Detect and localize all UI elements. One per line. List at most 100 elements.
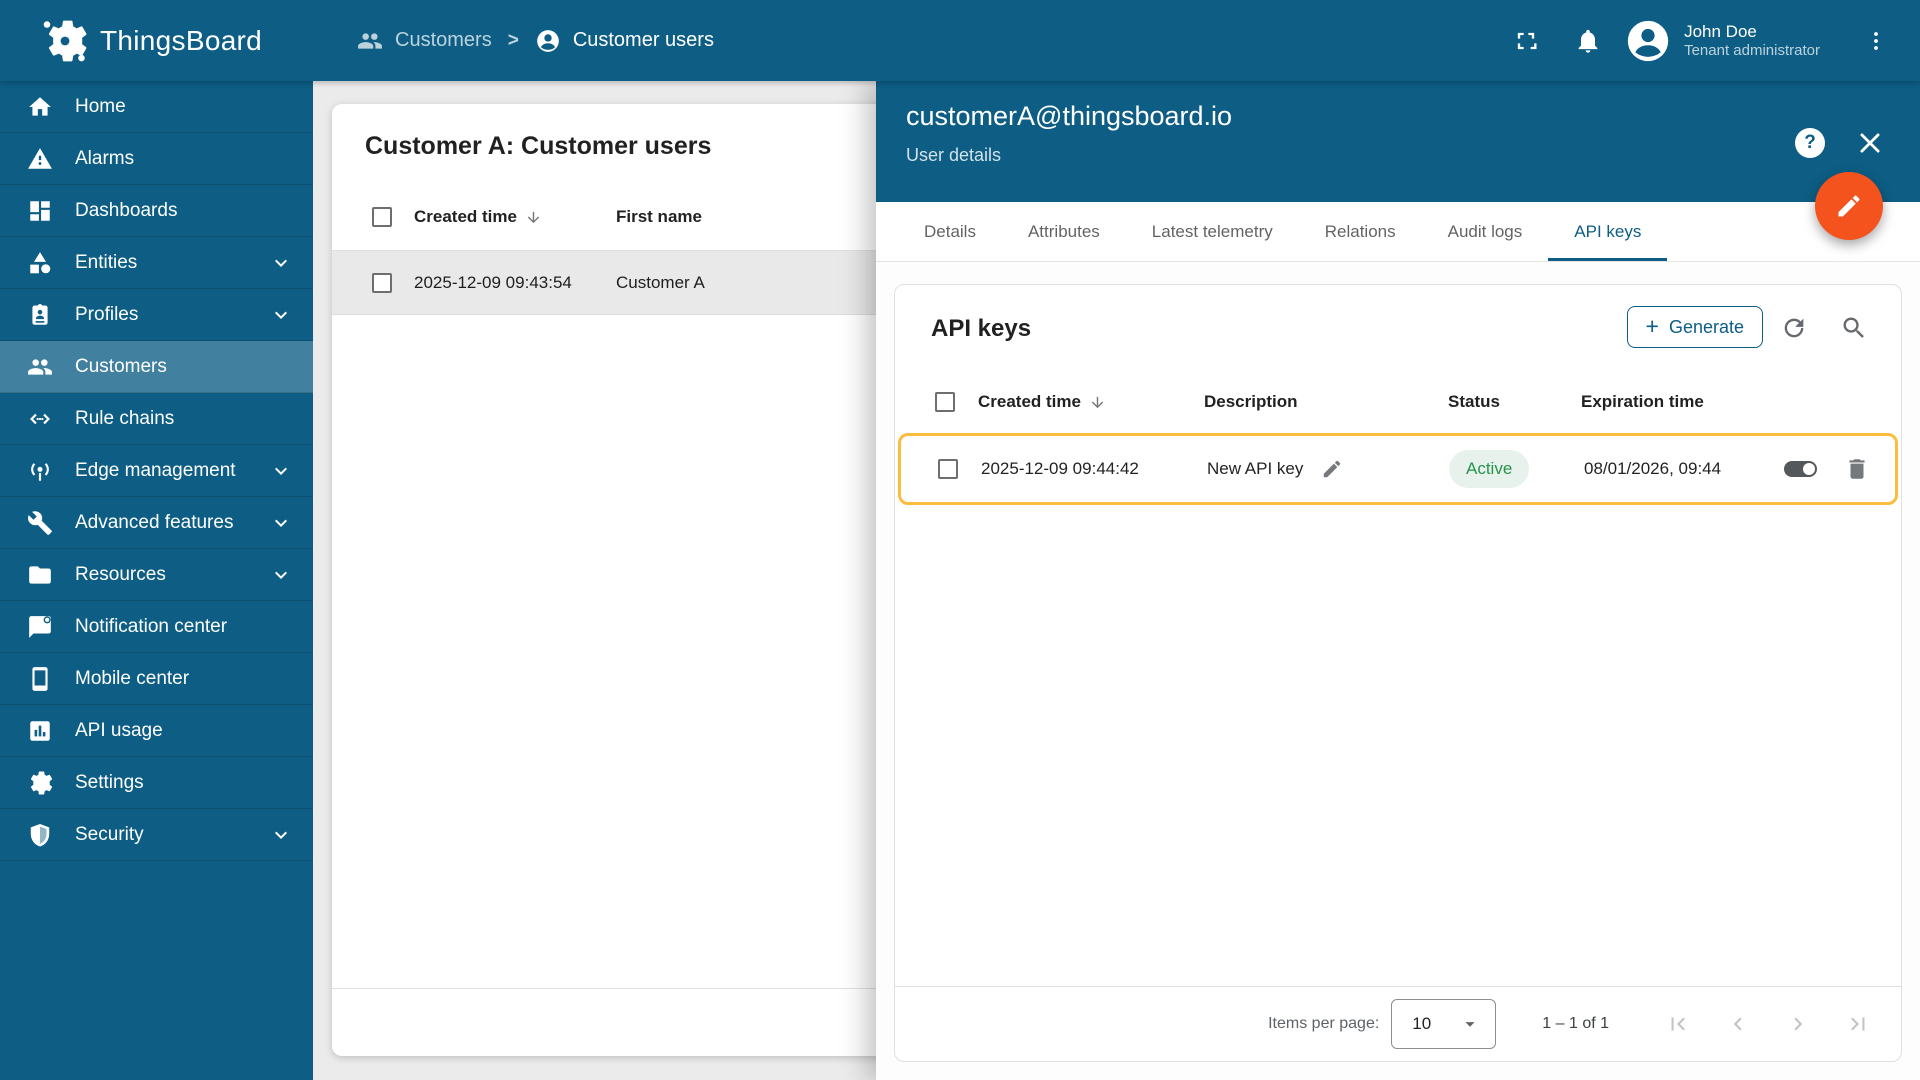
sidebar-item-api-usage[interactable]: API usage <box>0 705 313 757</box>
sidebar-item-dashboards[interactable]: Dashboards <box>0 185 313 237</box>
sidebar-item-security[interactable]: Security <box>0 809 313 861</box>
sidebar-item-customers[interactable]: Customers <box>0 341 313 393</box>
column-header-status[interactable]: Status <box>1448 392 1500 412</box>
cell-description: New API key <box>1207 459 1304 478</box>
generate-button[interactable]: + Generate <box>1626 306 1763 348</box>
app-logo[interactable]: ThingsBoard <box>0 18 313 64</box>
column-header-created-time[interactable]: Created time <box>414 207 542 227</box>
sidebar-item-home[interactable]: Home <box>0 81 313 133</box>
settings-gear-icon <box>27 770 53 796</box>
close-icon[interactable] <box>1855 128 1885 158</box>
fullscreen-icon[interactable] <box>1512 27 1540 55</box>
tab-attributes[interactable]: Attributes <box>1002 202 1126 261</box>
refresh-icon[interactable] <box>1780 314 1808 342</box>
tab-details[interactable]: Details <box>898 202 1002 261</box>
security-shield-icon <box>27 822 53 848</box>
tab-relations[interactable]: Relations <box>1299 202 1422 261</box>
last-page-icon[interactable] <box>1845 1011 1871 1037</box>
row-checkbox[interactable] <box>372 272 392 293</box>
items-per-page-label: Items per page: <box>1268 1015 1380 1032</box>
sidebar-item-alarms[interactable]: Alarms <box>0 133 313 185</box>
edge-management-icon <box>27 458 53 484</box>
row-checkbox[interactable] <box>938 459 958 479</box>
thingsboard-app: { "theme": { "primary": "#0d5d84", "fab_… <box>0 0 1920 1080</box>
enabled-toggle[interactable] <box>1784 461 1817 477</box>
paginator-nav <box>1665 1011 1871 1037</box>
select-all-checkbox[interactable] <box>935 392 955 412</box>
notifications-bell-icon[interactable] <box>1574 27 1602 55</box>
home-icon <box>27 94 53 120</box>
sidebar-item-edge-management[interactable]: Edge management <box>0 445 313 497</box>
help-icon[interactable]: ? <box>1795 128 1825 158</box>
notification-center-icon <box>27 614 53 640</box>
cell-created-time: 2025-12-09 09:44:42 <box>981 459 1139 478</box>
cell-expiration-time: 08/01/2026, 09:44 <box>1584 459 1722 478</box>
kebab-menu-icon[interactable] <box>1864 28 1888 54</box>
sidebar: Home Alarms Dashboards Entities Profiles… <box>0 81 313 1080</box>
customer-users-title: Customer A: Customer users <box>365 132 712 160</box>
chevron-down-icon <box>269 511 293 535</box>
page-size-value: 10 <box>1412 1014 1432 1033</box>
people-icon <box>357 28 383 54</box>
sort-desc-icon <box>1089 394 1106 411</box>
select-all-checkbox[interactable] <box>372 207 392 227</box>
user-info: John Doe Tenant administrator <box>1684 21 1820 61</box>
api-keys-heading: API keys <box>931 315 1032 342</box>
status-badge: Active <box>1449 450 1530 488</box>
resources-icon <box>27 562 53 588</box>
first-page-icon[interactable] <box>1665 1011 1691 1037</box>
sidebar-item-mobile-center[interactable]: Mobile center <box>0 653 313 705</box>
breadcrumb-label: Customer users <box>572 29 714 51</box>
user-name: John Doe <box>1684 21 1757 41</box>
tab-api-keys[interactable]: API keys <box>1548 202 1668 261</box>
delete-trash-icon[interactable] <box>1844 456 1870 482</box>
plus-icon: + <box>1645 312 1659 339</box>
drawer-title: customerA@thingsboard.io <box>906 101 1233 131</box>
previous-page-icon[interactable] <box>1725 1011 1751 1037</box>
user-avatar[interactable] <box>1626 19 1670 63</box>
column-header-first-name[interactable]: First name <box>616 207 702 227</box>
search-icon[interactable] <box>1840 314 1868 342</box>
edit-fab-button[interactable] <box>1815 172 1883 240</box>
account-circle-icon <box>535 28 561 54</box>
sort-desc-icon <box>525 209 542 226</box>
sidebar-item-notification-center[interactable]: Notification center <box>0 601 313 653</box>
sidebar-item-entities[interactable]: Entities <box>0 237 313 289</box>
chevron-down-icon <box>269 303 293 327</box>
sidebar-item-settings[interactable]: Settings <box>0 757 313 809</box>
sidebar-item-profiles[interactable]: Profiles <box>0 289 313 341</box>
breadcrumb-separator: > <box>507 29 519 51</box>
column-header-expiration-time[interactable]: Expiration time <box>1581 392 1704 412</box>
tab-audit-logs[interactable]: Audit logs <box>1422 202 1549 261</box>
advanced-features-icon <box>27 510 53 536</box>
api-keys-card: API keys + Generate Created time Descrip… <box>894 284 1902 1062</box>
sidebar-item-rule-chains[interactable]: Rule chains <box>0 393 313 445</box>
api-key-row[interactable]: 2025-12-09 09:44:42 New API key Active 0… <box>898 433 1898 505</box>
customers-icon <box>27 354 53 380</box>
column-header-description[interactable]: Description <box>1204 392 1298 412</box>
rule-chains-icon <box>27 406 53 432</box>
sidebar-item-resources[interactable]: Resources <box>0 549 313 601</box>
sidebar-item-advanced-features[interactable]: Advanced features <box>0 497 313 549</box>
user-details-drawer: customerA@thingsboard.io User details ? … <box>876 81 1920 1080</box>
breadcrumb-customer-users[interactable]: Customer users <box>535 28 714 54</box>
next-page-icon[interactable] <box>1785 1011 1811 1037</box>
profiles-icon <box>27 302 53 328</box>
api-keys-table-header: Created time Description Status Expirati… <box>895 381 1901 423</box>
page-size-select[interactable]: 10 <box>1391 999 1497 1049</box>
tab-latest-telemetry[interactable]: Latest telemetry <box>1126 202 1299 261</box>
drawer-body: API keys + Generate Created time Descrip… <box>876 262 1920 1080</box>
thingsboard-logo-icon <box>42 18 88 64</box>
drawer-header: customerA@thingsboard.io User details ? <box>876 81 1920 202</box>
top-header: ThingsBoard Customers > Customer users J… <box>0 0 1920 81</box>
breadcrumb-label: Customers <box>395 29 492 51</box>
breadcrumb-customers[interactable]: Customers <box>357 28 492 54</box>
column-header-created-time[interactable]: Created time <box>978 392 1106 412</box>
api-usage-icon <box>27 718 53 744</box>
drawer-subtitle: User details <box>906 145 1002 165</box>
caret-down-icon <box>1459 1013 1481 1035</box>
entities-icon <box>27 250 53 276</box>
edit-description-pencil-icon[interactable] <box>1321 458 1343 480</box>
warning-icon <box>27 146 53 172</box>
chevron-down-icon <box>269 459 293 483</box>
